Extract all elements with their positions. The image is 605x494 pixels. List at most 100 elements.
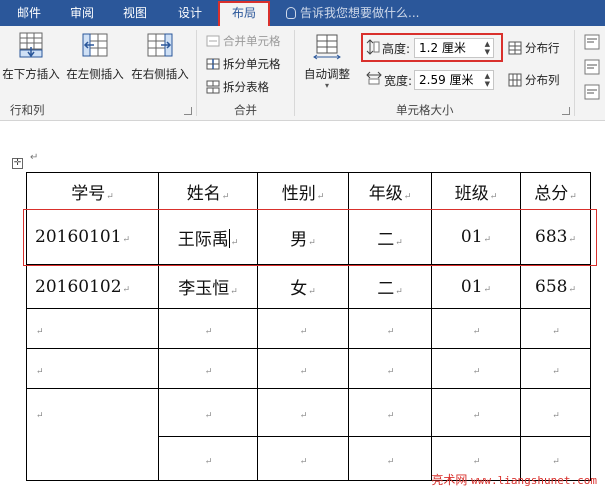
width-spin-down-icon[interactable]: ▼ — [485, 80, 490, 88]
distribute-rows-label: 分布行 — [525, 41, 560, 55]
column-width-icon — [366, 71, 382, 85]
table-cell[interactable]: ↵ — [431, 308, 521, 349]
insert-right-label: 在右侧插入 — [131, 67, 189, 81]
autofit-label: 自动调整 — [304, 67, 350, 81]
selected-row-highlight — [23, 209, 597, 266]
ribbon-panel: 在下方插入 在左侧插入 在右侧插入 行和列 合并单元格 拆分单元格 拆分表格 合… — [0, 26, 605, 121]
insert-below-button[interactable]: 在下方插入 — [0, 30, 62, 82]
header-cell[interactable]: 性别↵ — [257, 172, 349, 210]
merge-group-label: 合并 — [234, 103, 257, 117]
group-divider — [574, 30, 575, 116]
watermark: 亮术网 www.liangshunet.com — [431, 471, 597, 488]
tell-me-box[interactable]: 告诉我您想要做什么... — [286, 0, 419, 26]
table-cell[interactable]: ↵ — [348, 436, 432, 481]
height-label: 高度: — [382, 42, 411, 56]
insert-right-icon — [147, 33, 173, 57]
table-cell[interactable]: 01↵ — [431, 264, 521, 309]
insert-below-icon — [19, 32, 43, 58]
distribute-cols-button[interactable]: 分布列 — [508, 71, 560, 89]
table-cell[interactable]: ↵ — [348, 308, 432, 349]
table-cell[interactable]: ↵ — [257, 308, 349, 349]
table-cell[interactable]: ↵ — [158, 436, 258, 481]
table-header-row: 学号↵ 姓名↵ 性别↵ 年级↵ 班级↵ 总分↵ — [26, 172, 591, 210]
insert-below-label: 在下方插入 — [2, 67, 60, 81]
group-divider — [294, 30, 295, 116]
table-row: ↵ ↵ ↵ ↵ ↵ ↵ — [26, 308, 591, 349]
table-cell[interactable]: ↵ — [520, 308, 591, 349]
height-spin-up-icon[interactable]: ▲ — [485, 40, 490, 48]
cell-size-launcher-icon[interactable] — [562, 107, 570, 115]
autofit-dropdown-icon: ▾ — [324, 81, 329, 90]
width-input[interactable]: 2.59 厘米 ▲ ▼ — [414, 70, 494, 90]
tab-view[interactable]: 视图 — [110, 0, 160, 26]
height-value: 1.2 厘米 — [419, 41, 466, 55]
table-row: ↵ ↵ ↵ ↵ ↵ ↵ — [26, 348, 591, 389]
height-input[interactable]: 1.2 厘米 ▲ ▼ — [414, 38, 494, 58]
document-area[interactable]: ↵ ✛ 学号↵ 姓名↵ 性别↵ 年级↵ 班级↵ 总分↵ 20160101↵ 王际… — [0, 122, 605, 494]
insert-left-icon — [82, 33, 108, 57]
insert-left-label: 在左侧插入 — [66, 67, 124, 81]
autofit-icon — [313, 34, 341, 60]
split-table-button[interactable]: 拆分表格 — [206, 78, 269, 96]
table-cell[interactable]: ↵ — [348, 348, 432, 389]
width-spin-up-icon[interactable]: ▲ — [485, 72, 490, 80]
table-move-handle-icon[interactable]: ✛ — [12, 158, 23, 169]
distribute-rows-button[interactable]: 分布行 — [508, 39, 560, 57]
table-cell[interactable]: 20160102↵ — [26, 264, 159, 309]
watermark-url: www.liangshunet.com — [471, 474, 597, 487]
table-cell[interactable]: 二↵ — [348, 264, 432, 309]
table-cell[interactable]: ↵ — [26, 388, 159, 481]
width-value: 2.59 厘米 — [419, 73, 474, 87]
header-cell[interactable]: 姓名↵ — [158, 172, 258, 210]
alignment-buttons-partial[interactable] — [584, 34, 600, 104]
distribute-cols-label: 分布列 — [525, 73, 560, 87]
table-cell[interactable]: ↵ — [26, 348, 159, 389]
split-cells-button[interactable]: 拆分单元格 — [206, 55, 281, 73]
merge-cells-icon — [206, 35, 220, 47]
cell-size-group-label: 单元格大小 — [396, 103, 454, 117]
watermark-brand: 亮术网 — [431, 473, 468, 487]
split-cells-icon — [206, 58, 220, 70]
insert-left-button[interactable]: 在左侧插入 — [63, 30, 127, 82]
merge-cells-label: 合并单元格 — [223, 34, 281, 48]
row-height-icon — [366, 39, 380, 55]
group-divider — [196, 30, 197, 116]
split-cells-label: 拆分单元格 — [223, 57, 281, 71]
merge-cells-button[interactable]: 合并单元格 — [206, 32, 281, 50]
autofit-button[interactable]: 自动调整 ▾ — [298, 30, 356, 90]
tab-mailings[interactable]: 邮件 — [4, 0, 54, 26]
header-cell[interactable]: 总分↵ — [520, 172, 591, 210]
table-cell[interactable]: ↵ — [520, 388, 591, 437]
tab-review[interactable]: 审阅 — [56, 0, 108, 26]
rows-cols-launcher-icon[interactable] — [184, 107, 192, 115]
rows-cols-group-label: 行和列 — [10, 103, 45, 117]
ribbon-tab-bar: 邮件 审阅 视图 设计 布局 告诉我您想要做什么... — [0, 0, 605, 26]
header-cell[interactable]: 学号↵ — [26, 172, 159, 210]
split-table-icon — [206, 80, 220, 94]
lightbulb-icon — [286, 7, 296, 19]
tab-layout[interactable]: 布局 — [218, 1, 270, 26]
table-row: ↵ ↵ ↵ ↵ ↵ ↵ — [26, 388, 591, 481]
table-cell[interactable]: 李玉恒↵ — [158, 264, 258, 309]
table-cell[interactable]: ↵ — [348, 388, 432, 437]
table-cell[interactable]: ↵ — [257, 348, 349, 389]
table-cell[interactable]: ↵ — [158, 348, 258, 389]
header-cell[interactable]: 年级↵ — [348, 172, 432, 210]
split-table-label: 拆分表格 — [223, 80, 269, 94]
height-spin-down-icon[interactable]: ▼ — [485, 48, 490, 56]
table-cell[interactable]: 658↵ — [520, 264, 591, 309]
table-cell[interactable]: ↵ — [26, 308, 159, 349]
table-row: 20160102↵ 李玉恒↵ 女↵ 二↵ 01↵ 658↵ — [26, 264, 591, 309]
table-cell[interactable]: ↵ — [520, 348, 591, 389]
table-cell[interactable]: ↵ — [431, 388, 521, 437]
table-cell[interactable]: ↵ — [158, 308, 258, 349]
table-cell[interactable]: ↵ — [158, 388, 258, 437]
table-cell[interactable]: 女↵ — [257, 264, 349, 309]
table-cell[interactable]: ↵ — [257, 388, 349, 437]
table-cell[interactable]: ↵ — [257, 436, 349, 481]
tab-design[interactable]: 设计 — [164, 0, 216, 26]
table-cell[interactable]: ↵ — [431, 348, 521, 389]
insert-right-button[interactable]: 在右侧插入 — [128, 30, 192, 82]
header-cell[interactable]: 班级↵ — [431, 172, 521, 210]
paragraph-mark: ↵ — [30, 152, 39, 163]
